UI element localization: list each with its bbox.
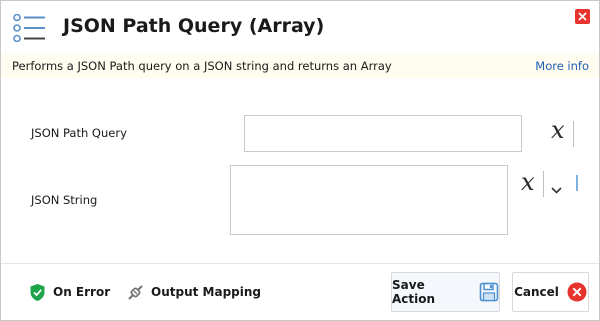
divider [543,171,544,197]
save-action-label: Save Action [392,278,436,306]
description-bar: Performs a JSON Path query on a JSON str… [1,53,599,78]
dialog-title: JSON Path Query (Array) [63,15,325,37]
on-error-label: On Error [53,285,111,299]
more-info-link[interactable]: More info [535,59,589,73]
json-string-textarea[interactable] [230,165,508,235]
variable-x-icon[interactable]: x [521,168,535,196]
json-string-label: JSON String [31,193,98,207]
shield-check-icon [29,283,46,302]
dialog-header: JSON Path Query (Array) [1,1,599,53]
dialog-window: JSON Path Query (Array) Performs a JSON … [0,0,600,321]
floppy-disk-icon [479,282,499,302]
close-icon [575,9,590,24]
list-icon [13,13,47,43]
divider [573,121,574,147]
output-mapping-label: Output Mapping [151,285,261,299]
description-text: Performs a JSON Path query on a JSON str… [12,59,392,73]
link-icon [127,284,144,301]
json-path-query-input[interactable] [244,115,522,152]
cancel-circle-icon [567,282,587,302]
json-path-query-label: JSON Path Query [31,126,127,140]
footer-divider [1,263,599,264]
chevron-down-icon[interactable] [551,179,562,198]
cancel-label: Cancel [514,285,559,299]
on-error-button[interactable]: On Error [29,281,110,303]
close-button[interactable] [575,9,590,24]
output-mapping-button[interactable]: Output Mapping [127,281,261,303]
variable-x-icon[interactable]: x [551,116,565,144]
save-action-button[interactable]: Save Action [391,272,500,312]
resize-handle[interactable] [576,175,578,191]
cancel-button[interactable]: Cancel [512,272,589,312]
